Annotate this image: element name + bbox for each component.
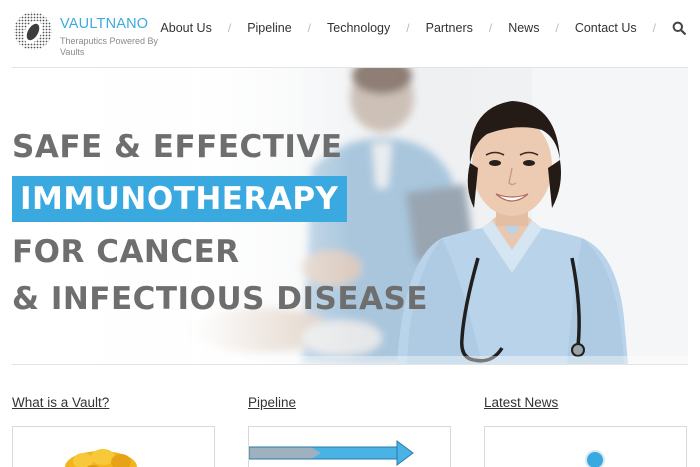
hero-line-4: & INFECTIOUS DISEASE	[12, 281, 428, 317]
nav-pipeline[interactable]: Pipeline	[247, 21, 291, 35]
hero-divider	[12, 364, 688, 365]
nav-separator: /	[406, 21, 410, 35]
hero-line-3: FOR CANCER	[12, 234, 240, 270]
brand-tagline: Theraputics Powered By Vaults	[60, 36, 159, 57]
pipeline-card[interactable]	[248, 426, 451, 467]
nav-contact-us[interactable]: Contact Us	[575, 21, 637, 35]
news-indicator-dot	[585, 450, 605, 467]
nav-separator: /	[307, 21, 312, 35]
nav-separator: /	[488, 21, 493, 35]
nav-news[interactable]: News	[508, 21, 539, 35]
hero-line-1: SAFE & EFFECTIVE	[12, 129, 343, 165]
hero-banner: SAFE & EFFECTIVE IMMUNOTHERAPY FOR CANCE…	[12, 68, 688, 364]
vault-particle-image	[65, 449, 137, 467]
pipeline-progress-arrow	[249, 440, 414, 466]
hero-line-2-highlight: IMMUNOTHERAPY	[12, 176, 347, 222]
search-icon[interactable]	[672, 21, 686, 35]
what-is-a-vault-link[interactable]: What is a Vault?	[12, 395, 109, 410]
vault-card[interactable]	[12, 426, 215, 467]
nav-about-us[interactable]: About Us	[160, 21, 211, 35]
brand-name: VAULTNANO	[60, 16, 149, 32]
nav-partners[interactable]: Partners	[426, 21, 473, 35]
nav-separator: /	[652, 21, 656, 35]
latest-news-link[interactable]: Latest News	[484, 395, 558, 410]
site-header: VAULTNANO Theraputics Powered By Vaults …	[0, 0, 700, 66]
nav-technology[interactable]: Technology	[327, 21, 390, 35]
logo[interactable]: VAULTNANO Theraputics Powered By Vaults	[12, 10, 172, 60]
pipeline-link[interactable]: Pipeline	[248, 395, 296, 410]
nav-separator: /	[227, 21, 232, 35]
main-nav: About Us / Pipeline / Technology / Partn…	[160, 18, 686, 38]
nav-separator: /	[555, 21, 559, 35]
vault-logo-icon	[12, 10, 54, 52]
latest-news-card[interactable]	[484, 426, 687, 467]
